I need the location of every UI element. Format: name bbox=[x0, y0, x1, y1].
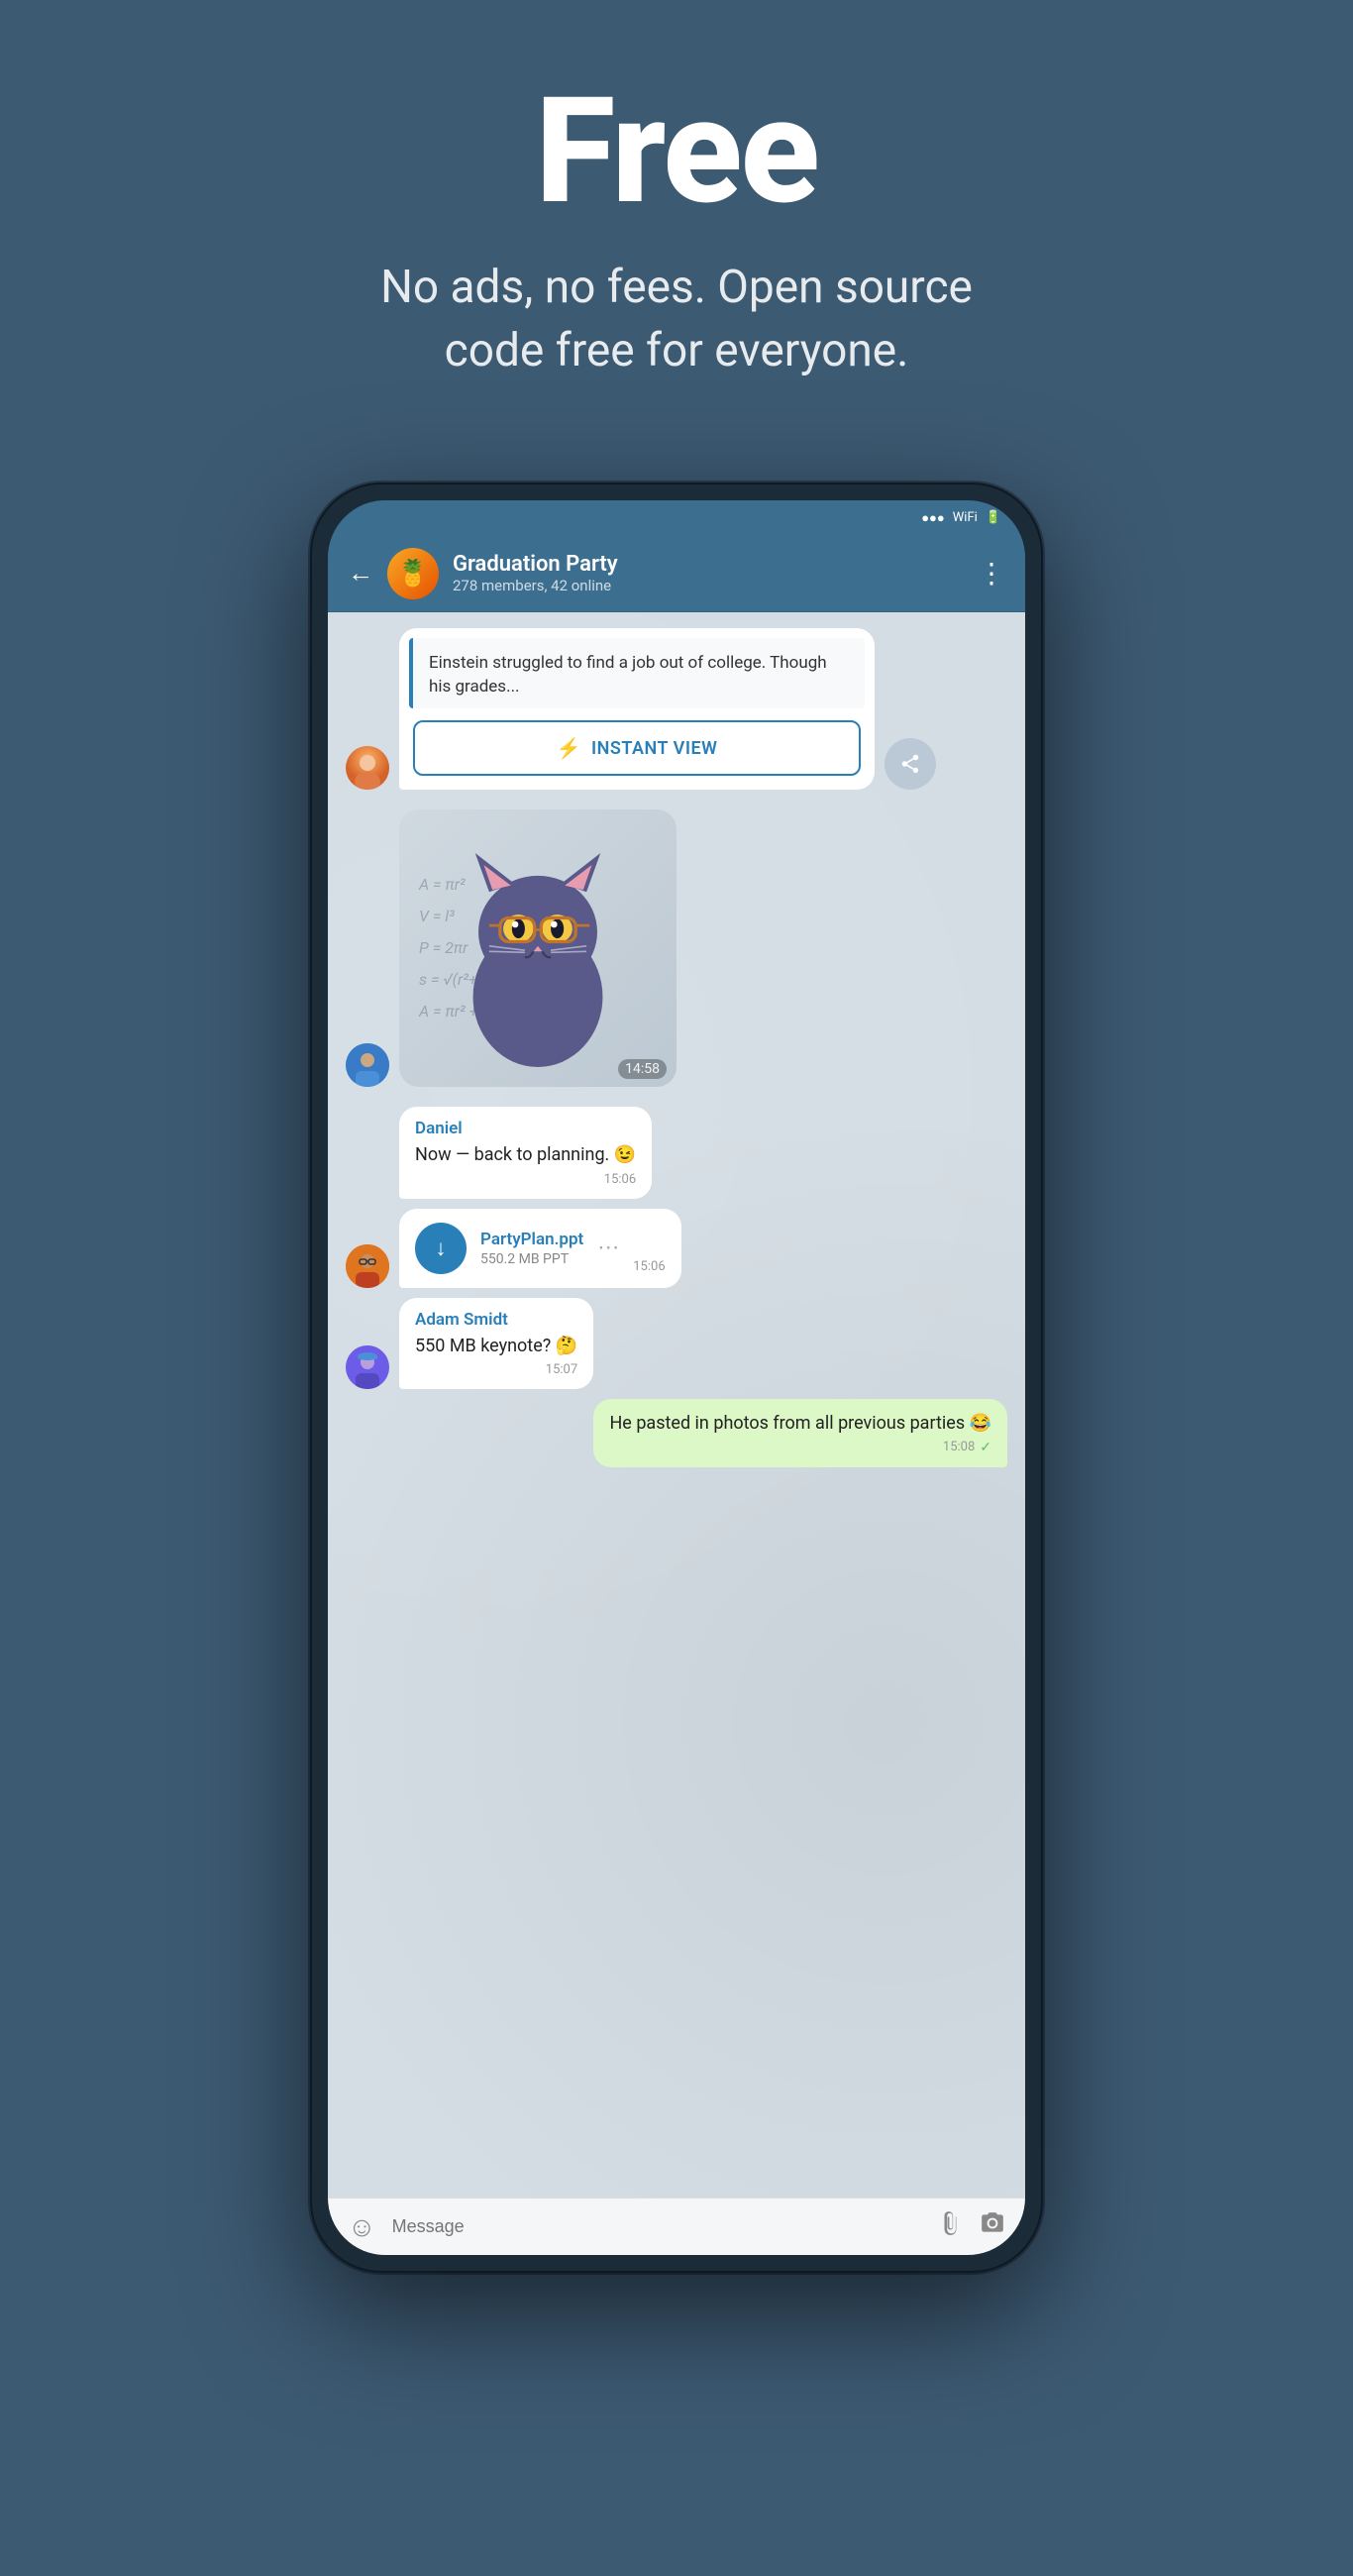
group-name: Graduation Party bbox=[453, 552, 964, 577]
avatar bbox=[346, 1043, 389, 1087]
wifi-icon: WiFi bbox=[953, 510, 978, 525]
group-avatar: 🍍 bbox=[387, 548, 439, 599]
message-text: Now — back to planning. 😉 bbox=[415, 1142, 636, 1167]
message-time: 15:07 bbox=[415, 1362, 577, 1377]
chat-body: Einstein struggled to find a job out of … bbox=[328, 612, 1025, 2198]
checkmark-icon: ✓ bbox=[980, 1440, 991, 1455]
table-row: Adam Smidt 550 MB keynote? 🤔 15:07 bbox=[346, 1298, 1007, 1389]
attachment-button[interactable] bbox=[938, 2210, 964, 2243]
battery-icon: 🔋 bbox=[986, 510, 1001, 525]
status-bar: ●●● WiFi 🔋 bbox=[328, 500, 1025, 536]
article-bubble: Einstein struggled to find a job out of … bbox=[399, 628, 875, 791]
signal-icon: ●●● bbox=[921, 510, 945, 526]
hero-subtitle: No ads, no fees. Open source code free f… bbox=[340, 256, 1013, 383]
emoji-button[interactable]: ☺ bbox=[348, 2210, 376, 2243]
cat-sticker bbox=[419, 829, 657, 1067]
sticker-message: A = πr² V = l³ P = 2πr s = √(r²+h²) A = … bbox=[399, 809, 676, 1087]
message-time: 15:06 bbox=[415, 1172, 636, 1187]
status-icons: ●●● WiFi 🔋 bbox=[921, 510, 1001, 526]
group-info: Graduation Party 278 members, 42 online bbox=[453, 552, 964, 594]
file-info: PartyPlan.ppt 550.2 MB PPT bbox=[480, 1230, 583, 1267]
file-name: PartyPlan.ppt bbox=[480, 1230, 583, 1249]
table-row: Daniel Now — back to planning. 😉 15:06 bbox=[346, 1107, 1007, 1198]
back-button[interactable]: ← bbox=[348, 558, 373, 589]
file-download-button[interactable]: ↓ bbox=[415, 1223, 467, 1274]
message-sender: Adam Smidt bbox=[415, 1310, 577, 1330]
file-time: 15:06 bbox=[633, 1259, 665, 1274]
message-text: He pasted in photos from all previous pa… bbox=[609, 1411, 991, 1436]
table-row: Einstein struggled to find a job out of … bbox=[346, 628, 1007, 791]
avatar bbox=[346, 1244, 389, 1288]
phone-screen: ●●● WiFi 🔋 ← 🍍 Graduation Party 278 memb… bbox=[328, 500, 1025, 2255]
phone-outer-shell: ●●● WiFi 🔋 ← 🍍 Graduation Party 278 memb… bbox=[310, 483, 1043, 2273]
message-input[interactable] bbox=[392, 2216, 922, 2237]
message-input-bar: ☺ bbox=[328, 2198, 1025, 2255]
message-bubble: Adam Smidt 550 MB keynote? 🤔 15:07 bbox=[399, 1298, 593, 1389]
phone-mockup: ●●● WiFi 🔋 ← 🍍 Graduation Party 278 memb… bbox=[310, 483, 1043, 2273]
instant-view-label: INSTANT VIEW bbox=[591, 738, 718, 759]
table-row: ↓ PartyPlan.ppt 550.2 MB PPT ⋯ 15:06 bbox=[346, 1209, 1007, 1288]
bolt-icon: ⚡ bbox=[557, 736, 581, 760]
instant-view-button[interactable]: ⚡ INSTANT VIEW bbox=[413, 720, 861, 776]
table-row: A = πr² V = l³ P = 2πr s = √(r²+h²) A = … bbox=[346, 809, 1007, 1087]
hero-section: Free No ads, no fees. Open source code f… bbox=[0, 0, 1353, 443]
message-sender: Daniel bbox=[415, 1119, 636, 1138]
file-more-icon[interactable]: ⋯ bbox=[597, 1235, 619, 1260]
file-bubble: ↓ PartyPlan.ppt 550.2 MB PPT ⋯ 15:06 bbox=[399, 1209, 681, 1288]
time-label: 15:08 bbox=[943, 1440, 975, 1454]
outgoing-bubble: He pasted in photos from all previous pa… bbox=[593, 1399, 1007, 1467]
group-members: 278 members, 42 online bbox=[453, 577, 964, 594]
hero-title: Free bbox=[535, 79, 818, 226]
message-text: 550 MB keynote? 🤔 bbox=[415, 1334, 577, 1358]
avatar bbox=[346, 1345, 389, 1389]
more-options-icon[interactable]: ⋮ bbox=[978, 557, 1005, 590]
camera-button[interactable] bbox=[980, 2210, 1005, 2243]
message-bubble: Daniel Now — back to planning. 😉 15:06 bbox=[399, 1107, 652, 1198]
share-button[interactable] bbox=[885, 738, 936, 790]
file-size: 550.2 MB PPT bbox=[480, 1251, 583, 1267]
message-time: 15:08 ✓ bbox=[609, 1440, 991, 1455]
avatar bbox=[346, 746, 389, 790]
chat-header: ← 🍍 Graduation Party 278 members, 42 onl… bbox=[328, 536, 1025, 612]
table-row: He pasted in photos from all previous pa… bbox=[346, 1399, 1007, 1467]
article-preview-text: Einstein struggled to find a job out of … bbox=[409, 638, 865, 709]
